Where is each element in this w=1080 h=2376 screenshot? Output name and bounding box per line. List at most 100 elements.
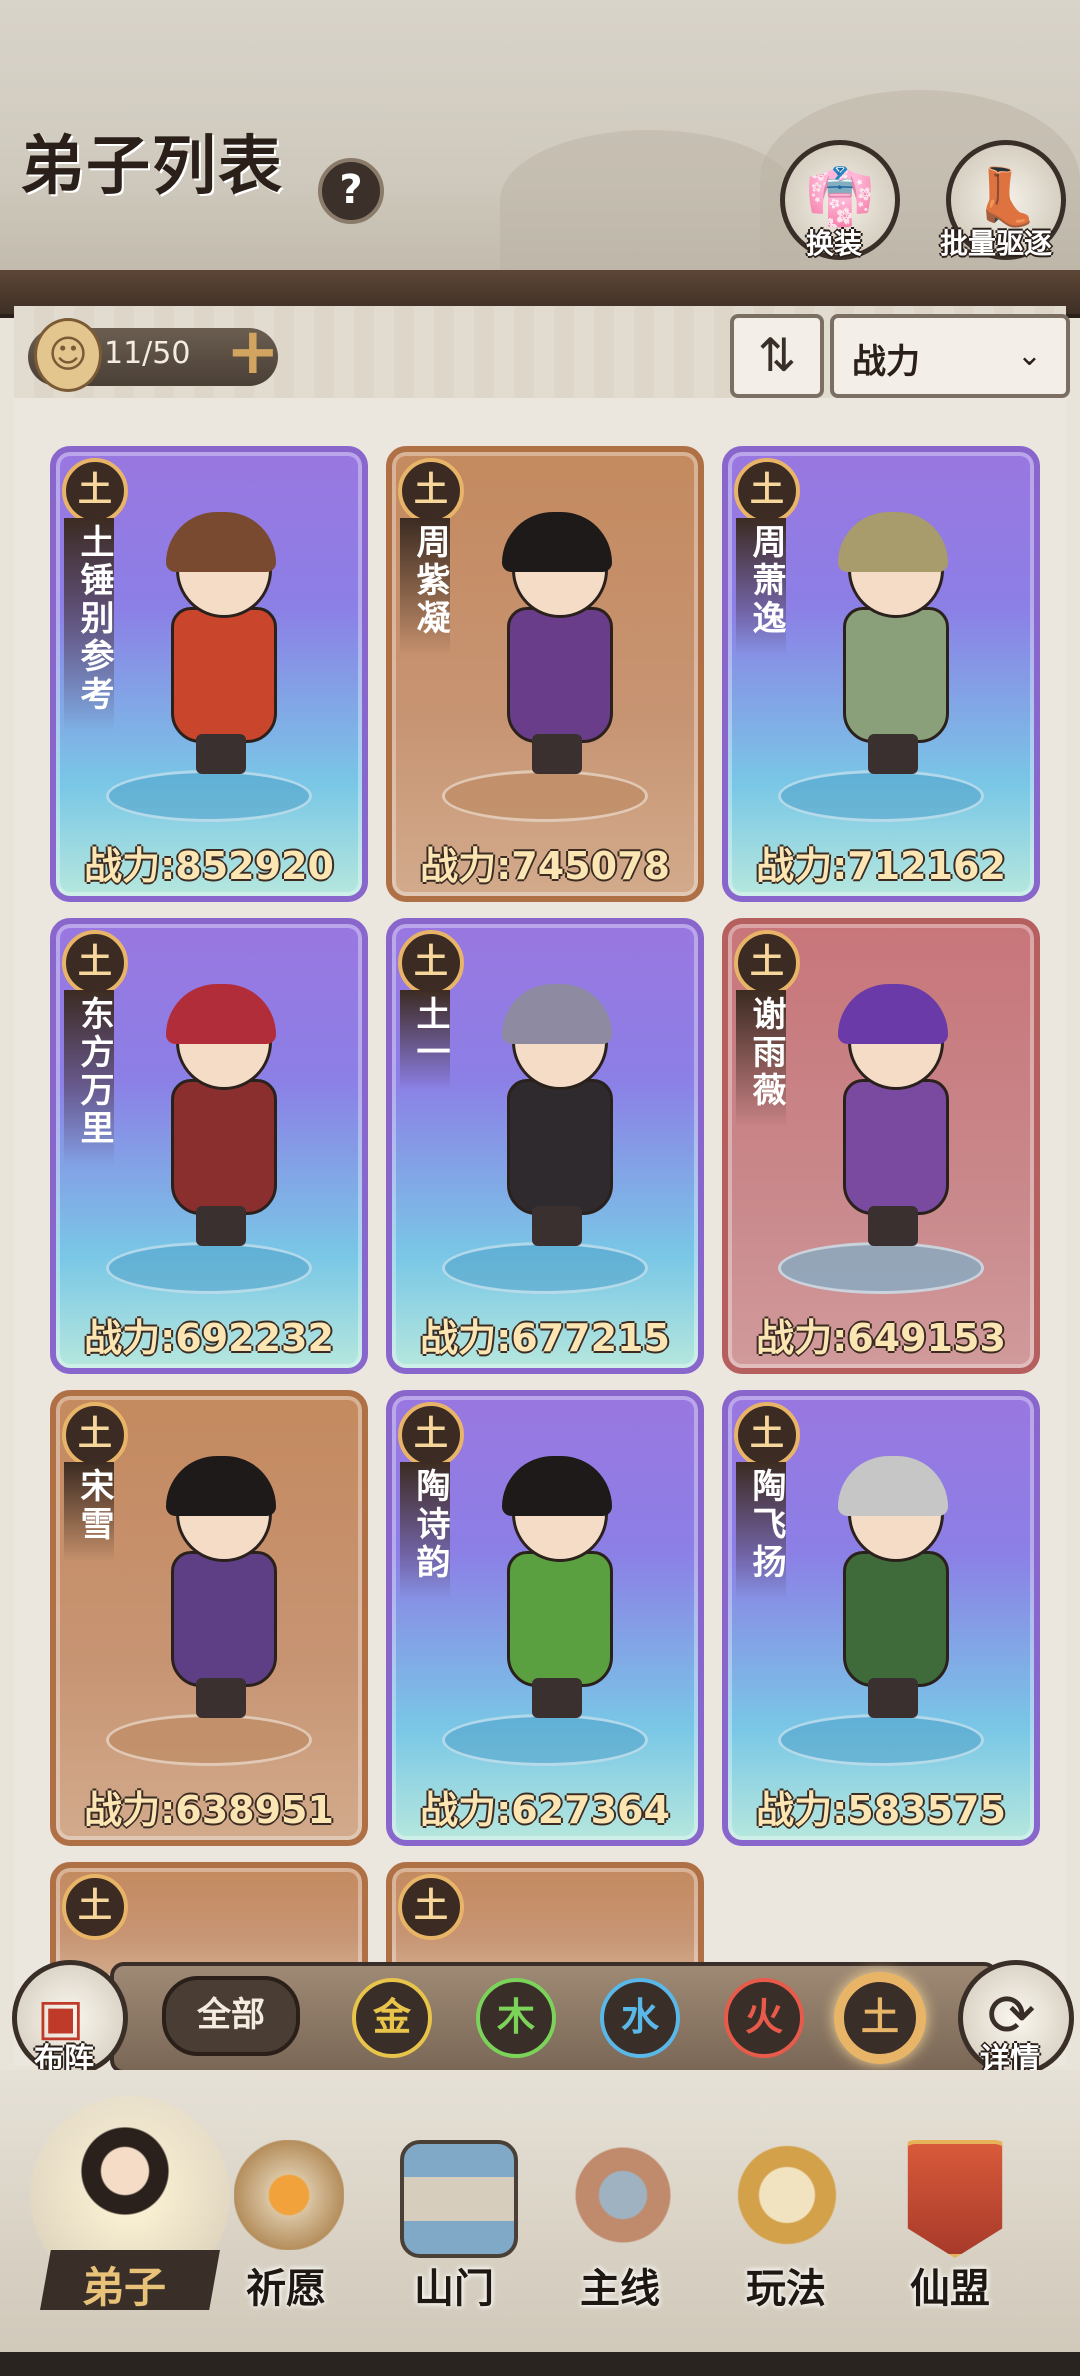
portrait-legs bbox=[532, 1678, 582, 1718]
portrait-hair bbox=[502, 512, 612, 572]
portrait-robe bbox=[171, 1079, 277, 1215]
disciple-card[interactable]: 土周萧逸战力:712162 bbox=[722, 446, 1040, 902]
nav-main-quest-label: 主线 bbox=[580, 2265, 660, 2312]
disciple-portrait bbox=[472, 984, 642, 1254]
system-bar bbox=[0, 2352, 1080, 2376]
element-badge: 土 bbox=[398, 1874, 464, 1940]
portrait-legs bbox=[532, 1206, 582, 1246]
disciple-count-icon: ☺ bbox=[34, 318, 102, 392]
combat-power: 战力:712162 bbox=[756, 844, 1006, 888]
portrait-legs bbox=[868, 1206, 918, 1246]
portrait-robe bbox=[843, 607, 949, 743]
scroll-map-icon bbox=[732, 2140, 842, 2250]
disciple-name: 土一 bbox=[400, 990, 450, 1090]
disciple-card[interactable]: 土土锤别参考 战力:852920 bbox=[50, 446, 368, 902]
alliance-banner-icon bbox=[907, 2140, 1003, 2258]
disciple-portrait bbox=[808, 984, 978, 1254]
portrait-robe bbox=[507, 1551, 613, 1687]
disciple-card[interactable]: 土土一战力:677215 bbox=[386, 918, 704, 1374]
nav-disciples[interactable] bbox=[50, 2116, 200, 2246]
portrait-legs bbox=[196, 734, 246, 774]
portrait-hair bbox=[838, 512, 948, 572]
disciple-name: 谢雨薇 bbox=[736, 990, 786, 1128]
disciple-portrait bbox=[808, 1456, 978, 1726]
portrait-robe bbox=[171, 1551, 277, 1687]
disciple-card[interactable]: 土陶飞扬 战力:583575 bbox=[722, 1390, 1040, 1846]
nav-main-quest[interactable] bbox=[548, 2140, 698, 2270]
element-badge: 土 bbox=[398, 1402, 464, 1468]
filter-element-4[interactable]: 土 bbox=[840, 1978, 920, 2058]
disciple-name: 东方万里 bbox=[64, 990, 114, 1166]
disciple-name: 周萧逸 bbox=[736, 518, 786, 656]
filter-element-3[interactable]: 火 bbox=[724, 1978, 804, 2058]
sort-select[interactable]: 战力 ⌄ bbox=[830, 314, 1070, 398]
disciple-card[interactable]: 土陶诗韵战力:627364 bbox=[386, 1390, 704, 1846]
portrait-hair bbox=[166, 512, 276, 572]
sort-order-button[interactable]: ⇅ bbox=[730, 314, 824, 398]
disciple-card[interactable]: 土宋雪战力:638951 bbox=[50, 1390, 368, 1846]
disciple-name: 土锤别参考 bbox=[64, 518, 114, 732]
portrait-hair bbox=[838, 1456, 948, 1516]
temple-gate-icon bbox=[400, 2140, 518, 2258]
disciple-portrait bbox=[136, 984, 306, 1254]
combat-power: 战力:677215 bbox=[420, 1316, 670, 1360]
portrait-legs bbox=[868, 734, 918, 774]
sword-mountain-icon bbox=[568, 2140, 678, 2250]
batch-expel-label: 批量驱逐 bbox=[940, 227, 1053, 260]
element-badge: 土 bbox=[398, 930, 464, 996]
add-capacity-button[interactable]: + bbox=[226, 320, 280, 384]
element-badge: 土 bbox=[734, 458, 800, 524]
change-outfit-label: 换装 bbox=[806, 227, 863, 260]
disciple-name: 陶飞扬 bbox=[736, 1462, 786, 1600]
chevron-down-icon: ⌄ bbox=[1016, 338, 1042, 373]
nav-sect-gate-label: 山门 bbox=[414, 2265, 494, 2312]
portrait-legs bbox=[196, 1678, 246, 1718]
disciple-avatar-icon bbox=[70, 2116, 180, 2226]
disciple-portrait bbox=[472, 512, 642, 782]
combat-power: 战力:627364 bbox=[420, 1788, 670, 1832]
disciple-card[interactable]: 土东方万里 战力:692232 bbox=[50, 918, 368, 1374]
nav-alliance[interactable] bbox=[876, 2140, 1026, 2270]
portrait-hair bbox=[502, 1456, 612, 1516]
element-badge: 土 bbox=[398, 458, 464, 524]
page-title: 弟子列表 bbox=[20, 129, 284, 204]
disciple-name: 宋雪 bbox=[64, 1462, 114, 1562]
capacity-text: 11/50 bbox=[104, 336, 191, 371]
nav-disciples-label: 弟子 bbox=[82, 2263, 167, 2312]
filter-all-button[interactable]: 全部 bbox=[162, 1976, 300, 2056]
filter-element-2[interactable]: 水 bbox=[600, 1978, 680, 2058]
portrait-hair bbox=[166, 984, 276, 1044]
filter-element-1[interactable]: 木 bbox=[476, 1978, 556, 2058]
portrait-hair bbox=[166, 1456, 276, 1516]
portrait-robe bbox=[507, 1079, 613, 1215]
nav-sect-gate[interactable] bbox=[380, 2140, 530, 2270]
nav-alliance-label: 仙盟 bbox=[910, 2265, 990, 2312]
element-badge: 土 bbox=[62, 1402, 128, 1468]
combat-power: 战力:638951 bbox=[84, 1788, 334, 1832]
nav-gameplay[interactable] bbox=[712, 2140, 862, 2270]
portrait-robe bbox=[171, 607, 277, 743]
portrait-legs bbox=[196, 1206, 246, 1246]
filter-element-0[interactable]: 金 bbox=[352, 1978, 432, 2058]
portrait-legs bbox=[532, 734, 582, 774]
element-badge: 土 bbox=[62, 1874, 128, 1940]
portrait-robe bbox=[507, 607, 613, 743]
sort-select-value: 战力 bbox=[852, 342, 920, 382]
nav-wish[interactable] bbox=[214, 2140, 364, 2270]
disciple-card[interactable]: 土谢雨薇战力:649153 bbox=[722, 918, 1040, 1374]
disciple-name: 周紫凝 bbox=[400, 518, 450, 656]
combat-power: 战力:745078 bbox=[420, 844, 670, 888]
combat-power: 战力:692232 bbox=[84, 1316, 334, 1360]
disciple-card[interactable]: 土周紫凝战力:745078 bbox=[386, 446, 704, 902]
nav-wish-label: 祈愿 bbox=[246, 2265, 326, 2312]
scroll-fire-icon bbox=[234, 2140, 344, 2250]
disciple-name: 陶诗韵 bbox=[400, 1462, 450, 1600]
disciple-portrait bbox=[808, 512, 978, 782]
combat-power: 战力:649153 bbox=[756, 1316, 1006, 1360]
disciple-portrait bbox=[136, 512, 306, 782]
combat-power: 战力:852920 bbox=[84, 844, 334, 888]
element-badge: 土 bbox=[734, 930, 800, 996]
disciple-portrait bbox=[136, 1456, 306, 1726]
help-button[interactable]: ? bbox=[318, 158, 384, 224]
nav-gameplay-label: 玩法 bbox=[746, 2265, 826, 2312]
